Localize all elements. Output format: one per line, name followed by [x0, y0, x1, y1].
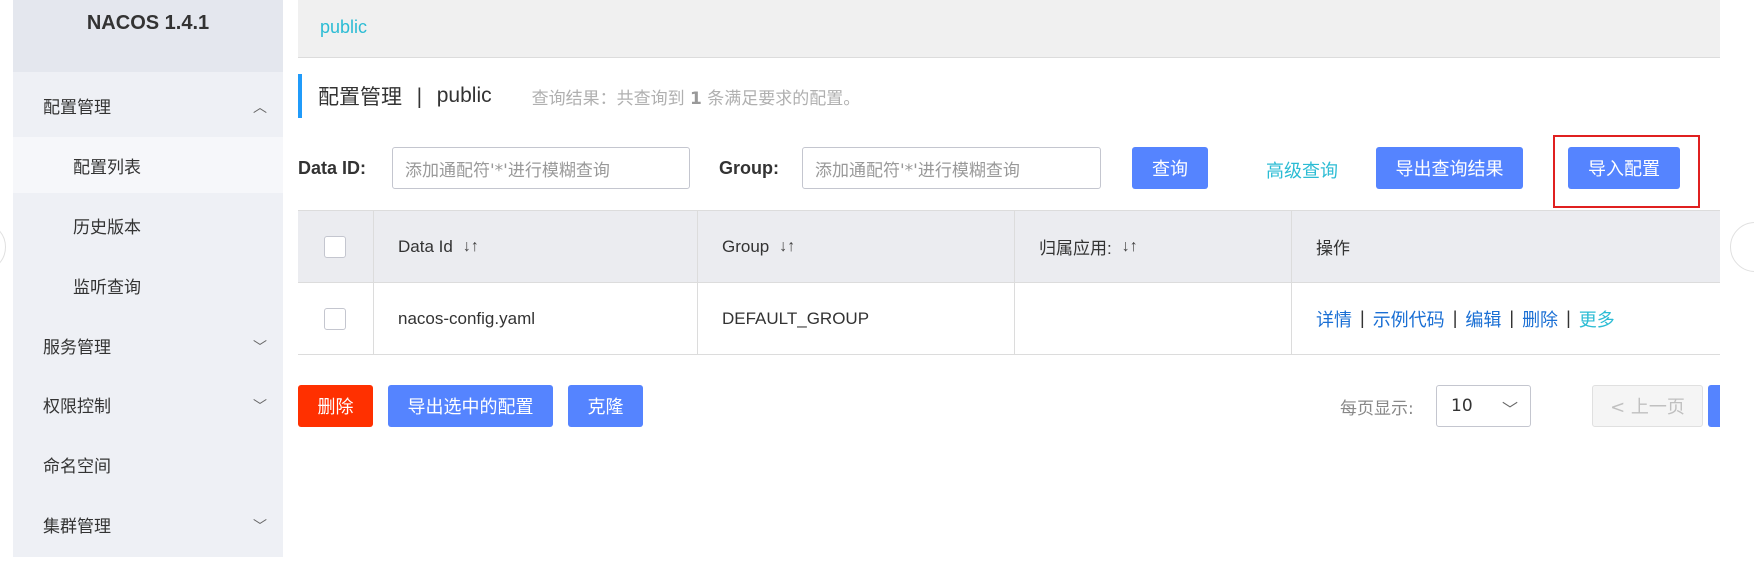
- table-header: Data Id ↓↑ Group ↓↑ 归属应用: ↓↑ 操作: [298, 211, 1720, 283]
- action-details-link[interactable]: 详情: [1316, 306, 1352, 332]
- prev-page-button[interactable]: < 上一页: [1592, 385, 1703, 427]
- highlight-box: [1553, 135, 1700, 208]
- export-query-results-button[interactable]: 导出查询结果: [1376, 147, 1523, 189]
- page-namespace: public: [436, 84, 492, 107]
- sidebar-item-listener-query[interactable]: 监听查询: [13, 257, 283, 313]
- table-row: nacos-config.yaml DEFAULT_GROUP 详情 | 示例代码…: [298, 283, 1720, 355]
- advanced-query-link[interactable]: 高级查询: [1266, 157, 1338, 183]
- namespace-bar: public: [298, 0, 1720, 58]
- chevron-down-icon: ﹀: [253, 340, 267, 356]
- column-header-actions: 操作: [1316, 239, 1350, 258]
- sidebar-item-config-management[interactable]: 配置管理 ︿: [13, 77, 283, 133]
- select-all-checkbox[interactable]: [324, 235, 346, 258]
- sidebar-item-config-list[interactable]: 配置列表: [13, 137, 283, 193]
- sidebar-item-label: 历史版本: [73, 217, 141, 238]
- group-label: Group:: [719, 158, 779, 178]
- sidebar-item-label: 权限控制: [43, 396, 111, 417]
- sidebar-item-label: 服务管理: [43, 337, 111, 358]
- sidebar-item-label: 监听查询: [73, 277, 141, 298]
- row-checkbox[interactable]: [324, 307, 346, 330]
- sort-icon[interactable]: ↓↑: [463, 238, 479, 256]
- title-separator: |: [416, 84, 423, 108]
- sidebar-item-label: 集群管理: [43, 516, 111, 537]
- namespace-tab-public[interactable]: public: [320, 17, 367, 38]
- page-header: 配置管理 | public 查询结果：共查询到 1 条满足要求的配置。: [298, 74, 860, 118]
- cell-group: DEFAULT_GROUP: [698, 283, 1015, 354]
- page-size-label: 每页显示:: [1340, 399, 1414, 419]
- scroll-left-handle[interactable]: [0, 222, 6, 272]
- scroll-right-handle[interactable]: [1730, 222, 1754, 272]
- sidebar: NACOS 1.4.1 配置管理 ︿ 配置列表 历史版本 监听查询 服务管理 ﹀…: [13, 0, 283, 557]
- sort-icon[interactable]: ↓↑: [779, 238, 795, 256]
- action-delete-link[interactable]: 删除: [1522, 306, 1558, 332]
- cell-data-id: nacos-config.yaml: [374, 283, 698, 354]
- row-select-cell: [298, 283, 374, 354]
- action-more-link[interactable]: 更多: [1579, 306, 1615, 332]
- page-size-select[interactable]: 10 ﹀: [1436, 385, 1531, 427]
- data-id-label: Data ID:: [298, 158, 367, 178]
- sidebar-item-namespace[interactable]: 命名空间: [13, 436, 283, 492]
- chevron-down-icon: ﹀: [253, 399, 267, 415]
- chevron-down-icon: ﹀: [1501, 400, 1518, 419]
- query-result-text: 查询结果：共查询到 1 条满足要求的配置。: [531, 88, 861, 109]
- cell-actions: 详情 | 示例代码 | 编辑 | 删除 | 更多: [1292, 283, 1720, 354]
- sidebar-item-label: 配置列表: [73, 157, 141, 178]
- sidebar-item-label: 命名空间: [43, 456, 111, 477]
- group-input[interactable]: 添加通配符'*'进行模糊查询: [802, 147, 1101, 189]
- page-title: 配置管理: [318, 85, 402, 109]
- query-button[interactable]: 查询: [1132, 147, 1208, 189]
- column-header-app[interactable]: 归属应用: ↓↑: [1015, 211, 1292, 282]
- sort-icon[interactable]: ↓↑: [1122, 238, 1138, 256]
- action-edit-link[interactable]: 编辑: [1465, 306, 1501, 332]
- data-id-input[interactable]: 添加通配符'*'进行模糊查询: [392, 147, 690, 189]
- column-header-data-id[interactable]: Data Id ↓↑: [374, 211, 698, 282]
- app-title: NACOS 1.4.1: [13, 0, 283, 72]
- column-header-group[interactable]: Group ↓↑: [698, 211, 1015, 282]
- delete-button[interactable]: 删除: [298, 385, 373, 427]
- cell-app: [1015, 283, 1292, 354]
- page-size-value: 10: [1451, 396, 1473, 416]
- sidebar-item-history[interactable]: 历史版本: [13, 197, 283, 253]
- sidebar-item-service-management[interactable]: 服务管理 ﹀: [13, 317, 283, 373]
- sidebar-item-cluster-management[interactable]: 集群管理 ﹀: [13, 496, 283, 552]
- chevron-up-icon: ︿: [253, 100, 267, 116]
- sidebar-item-label: 配置管理: [43, 97, 111, 118]
- config-table: Data Id ↓↑ Group ↓↑ 归属应用: ↓↑ 操作 nacos-confi…: [298, 210, 1720, 355]
- next-page-button[interactable]: [1708, 385, 1720, 427]
- sidebar-item-access-control[interactable]: 权限控制 ﹀: [13, 376, 283, 432]
- clone-button[interactable]: 克隆: [568, 385, 643, 427]
- export-selected-button[interactable]: 导出选中的配置: [388, 385, 553, 427]
- select-all-cell: [298, 211, 374, 282]
- chevron-down-icon: ﹀: [253, 519, 267, 535]
- action-sample-code-link[interactable]: 示例代码: [1373, 306, 1445, 332]
- result-count: 1: [690, 88, 702, 109]
